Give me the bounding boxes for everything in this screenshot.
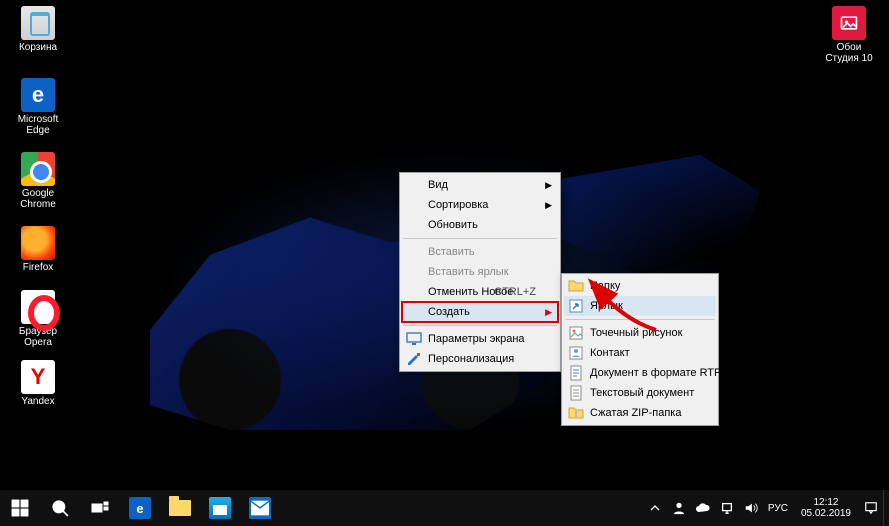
firefox-icon	[21, 226, 55, 260]
shortcut-icon	[568, 298, 584, 314]
menu-item-view[interactable]: Вид ▶	[402, 175, 558, 195]
desktop-icon-edge[interactable]: e Microsoft Edge	[8, 78, 68, 136]
search-button[interactable]	[40, 490, 80, 526]
submenu-item-zip[interactable]: Сжатая ZIP-папка	[564, 403, 716, 423]
icon-label: Google Chrome	[8, 188, 68, 210]
language-label: РУС	[768, 503, 788, 514]
desktop-icon-firefox[interactable]: Firefox	[8, 226, 68, 273]
menu-label: Текстовый документ	[590, 387, 694, 399]
tray-action-center-icon[interactable]	[859, 490, 883, 526]
file-explorer-icon	[169, 500, 191, 516]
bitmap-icon	[568, 325, 584, 341]
tray-onedrive-icon[interactable]	[691, 490, 715, 526]
submenu-item-bitmap[interactable]: Точечный рисунок	[564, 323, 716, 343]
menu-label: Создать	[428, 306, 470, 318]
zip-folder-icon	[568, 405, 584, 421]
contact-icon	[568, 345, 584, 361]
taskbar-app-mail[interactable]	[240, 490, 280, 526]
taskbar-app-explorer[interactable]	[160, 490, 200, 526]
submenu-arrow-icon: ▶	[545, 200, 552, 211]
icon-label: Firefox	[8, 262, 68, 273]
rtf-icon	[568, 365, 584, 381]
tray-people-icon[interactable]	[667, 490, 691, 526]
menu-separator	[565, 319, 715, 320]
edge-icon: e	[21, 78, 55, 112]
menu-separator	[403, 325, 557, 326]
folder-icon	[568, 278, 584, 294]
system-tray: РУС 12:12 05.02.2019	[643, 490, 889, 526]
taskbar-app-edge[interactable]: e	[120, 490, 160, 526]
desktop-icon-yandex[interactable]: Y Yandex	[8, 360, 68, 407]
menu-label: Ярлык	[590, 300, 623, 312]
tray-chevron-up-icon[interactable]	[643, 490, 667, 526]
menu-item-undo[interactable]: Отменить Новое CTRL+Z	[402, 282, 558, 302]
taskbar-app-store[interactable]	[200, 490, 240, 526]
menu-item-personalize[interactable]: Персонализация	[402, 349, 558, 369]
menu-label: Сортировка	[428, 199, 488, 211]
menu-shortcut: CTRL+Z	[494, 286, 536, 298]
start-button[interactable]	[0, 490, 40, 526]
desktop-icon-wallpaper-studio[interactable]: Обои Студия 10	[819, 6, 879, 64]
edge-icon: e	[129, 497, 151, 519]
task-view-button[interactable]	[80, 490, 120, 526]
menu-label: Документ в формате RTF	[590, 367, 721, 379]
menu-label: Точечный рисунок	[590, 327, 682, 339]
menu-item-paste-shortcut: Вставить ярлык	[402, 262, 558, 282]
tray-clock[interactable]: 12:12 05.02.2019	[793, 497, 859, 519]
menu-label: Вид	[428, 179, 448, 191]
icon-label: Microsoft Edge	[8, 114, 68, 136]
store-icon	[209, 497, 231, 519]
submenu-item-shortcut[interactable]: Ярлык	[564, 296, 716, 316]
menu-label: Параметры экрана	[428, 333, 525, 345]
taskbar: e РУС 12:12 05.02.2019	[0, 490, 889, 526]
display-settings-icon	[406, 331, 422, 347]
menu-label: Сжатая ZIP-папка	[590, 407, 681, 419]
yandex-icon: Y	[21, 360, 55, 394]
show-desktop-button[interactable]	[883, 490, 889, 526]
wallpaper-studio-icon	[832, 6, 866, 40]
clock-date: 05.02.2019	[801, 508, 851, 519]
icon-label: Обои Студия 10	[819, 42, 879, 64]
menu-label: Персонализация	[428, 353, 514, 365]
clock-time: 12:12	[801, 497, 851, 508]
menu-label: Вставить ярлык	[428, 266, 509, 278]
tray-volume-icon[interactable]	[739, 490, 763, 526]
menu-label: Контакт	[590, 347, 630, 359]
desktop-icon-recycle-bin[interactable]: Корзина	[8, 6, 68, 53]
menu-item-refresh[interactable]: Обновить	[402, 215, 558, 235]
submenu-item-folder[interactable]: Папку	[564, 276, 716, 296]
icon-label: Корзина	[8, 42, 68, 53]
menu-label: Обновить	[428, 219, 478, 231]
menu-item-sort[interactable]: Сортировка ▶	[402, 195, 558, 215]
tray-network-icon[interactable]	[715, 490, 739, 526]
chrome-icon	[21, 152, 55, 186]
menu-label: Вставить	[428, 246, 475, 258]
menu-item-paste: Вставить	[402, 242, 558, 262]
menu-separator	[403, 238, 557, 239]
opera-icon	[21, 290, 55, 324]
tray-language[interactable]: РУС	[763, 490, 793, 526]
submenu-arrow-icon: ▶	[545, 307, 552, 318]
mail-icon	[249, 497, 271, 519]
submenu-arrow-icon: ▶	[545, 180, 552, 191]
recycle-bin-icon	[21, 6, 55, 40]
icon-label: Yandex	[8, 396, 68, 407]
menu-item-display-settings[interactable]: Параметры экрана	[402, 329, 558, 349]
menu-label: Папку	[590, 280, 620, 292]
personalize-icon	[406, 351, 422, 367]
desktop-icon-chrome[interactable]: Google Chrome	[8, 152, 68, 210]
submenu-item-contact[interactable]: Контакт	[564, 343, 716, 363]
submenu-item-txt[interactable]: Текстовый документ	[564, 383, 716, 403]
desktop-icon-opera[interactable]: Браузер Opera	[8, 290, 68, 348]
create-submenu: Папку Ярлык Точечный рисунок Контакт Док…	[561, 273, 719, 426]
desktop-context-menu: Вид ▶ Сортировка ▶ Обновить Вставить Вст…	[399, 172, 561, 372]
menu-item-create[interactable]: Создать ▶	[402, 302, 558, 322]
text-doc-icon	[568, 385, 584, 401]
submenu-item-rtf[interactable]: Документ в формате RTF	[564, 363, 716, 383]
